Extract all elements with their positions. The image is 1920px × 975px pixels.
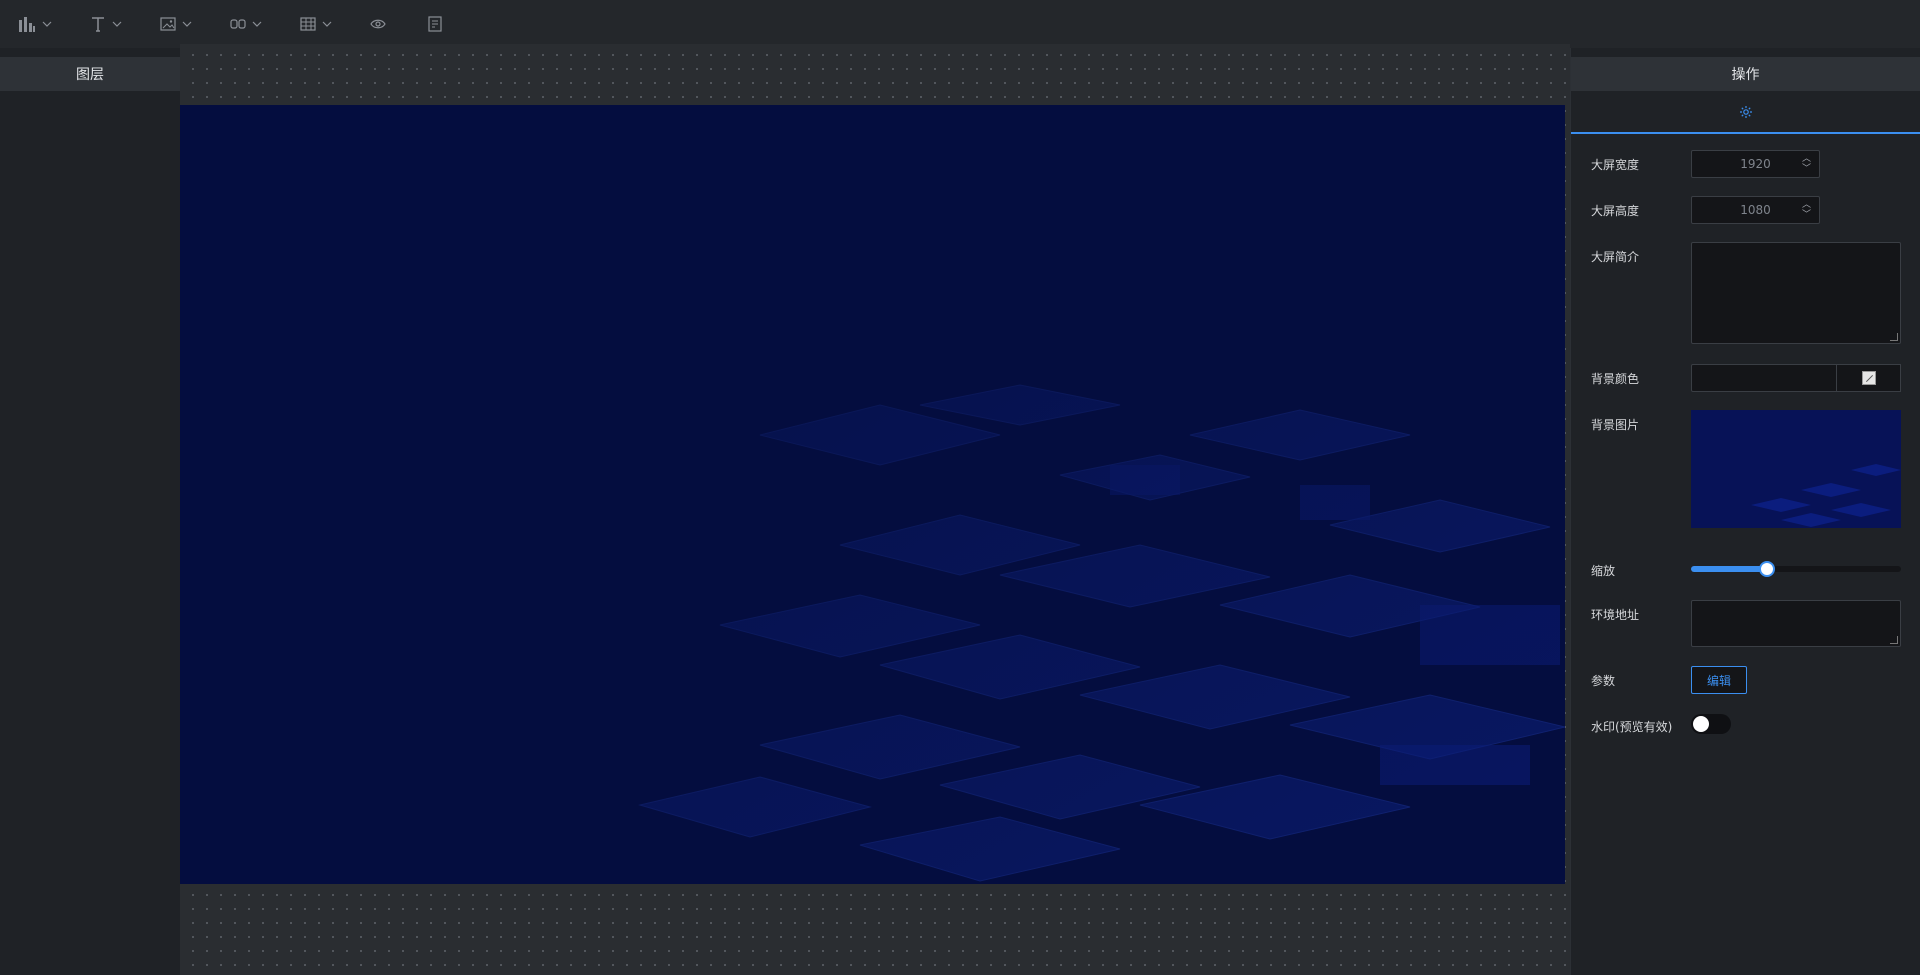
image-tool[interactable] xyxy=(160,17,192,31)
text-tool[interactable] xyxy=(90,16,122,32)
chevron-down-icon xyxy=(182,21,192,27)
toggle-knob xyxy=(1693,716,1709,732)
editor-canvas[interactable] xyxy=(180,44,1570,975)
bg-color-label: 背景颜色 xyxy=(1591,372,1640,386)
properties-panel-title: 操作 xyxy=(1571,57,1920,91)
document-icon xyxy=(428,16,442,32)
stepper-arrows[interactable]: ︿ ﹀ xyxy=(1802,154,1811,174)
screen-width-label: 大屏宽度 xyxy=(1591,158,1640,172)
chevron-down-icon[interactable]: ﹀ xyxy=(1802,210,1811,220)
chevron-up-icon[interactable]: ︿ xyxy=(1802,200,1811,210)
screen-width-input[interactable]: 1920 ︿ ﹀ xyxy=(1691,150,1820,178)
table-icon xyxy=(300,17,316,31)
resize-handle[interactable] xyxy=(1890,636,1898,644)
settings-form: 大屏宽度 1920 ︿ ﹀ 大屏高度 1080 ︿ ﹀ 大屏简介 背景颜色 背景图片 xyxy=(1571,134,1920,752)
env-address-label: 环境地址 xyxy=(1591,608,1640,622)
slider-knob[interactable] xyxy=(1758,561,1775,577)
resize-handle[interactable] xyxy=(1890,333,1898,341)
color-swatch-icon xyxy=(1861,371,1876,385)
screen-width-value: 1920 xyxy=(1740,157,1771,171)
properties-panel: 操作 大屏宽度 1920 ︿﹀ 大屏高度 1080 ︿﹀ 大屏简介 背景颜色 xyxy=(1570,48,1920,975)
bg-image-thumbnail[interactable] xyxy=(1691,410,1901,528)
preview-button[interactable] xyxy=(370,18,386,30)
edit-params-button[interactable]: 编辑 xyxy=(1691,666,1747,694)
bg-image-label: 背景图片 xyxy=(1591,418,1640,432)
layers-panel: 图层 xyxy=(0,48,180,975)
chevron-down-icon xyxy=(112,21,122,27)
layers-panel-title: 图层 xyxy=(0,57,180,91)
chevron-up-icon[interactable]: ︿ xyxy=(1802,154,1811,164)
env-address-textarea[interactable] xyxy=(1691,600,1901,647)
chevron-down-icon xyxy=(252,21,262,27)
screen-preview[interactable] xyxy=(180,105,1565,884)
chevron-down-icon xyxy=(42,21,52,27)
table-tool[interactable] xyxy=(300,17,332,31)
component-tool[interactable] xyxy=(230,17,262,31)
top-toolbar xyxy=(0,0,1920,48)
tab-settings[interactable] xyxy=(1571,91,1920,134)
watermark-toggle[interactable] xyxy=(1691,714,1731,734)
watermark-label: 水印(预览有效) xyxy=(1591,720,1673,734)
bg-image-preview xyxy=(1751,464,1901,527)
screen-intro-textarea[interactable] xyxy=(1691,242,1901,344)
document-button[interactable] xyxy=(428,16,442,32)
bg-color-input[interactable] xyxy=(1691,364,1837,392)
text-icon xyxy=(92,17,104,32)
chevron-down-icon[interactable]: ﹀ xyxy=(1802,164,1811,174)
scale-slider[interactable] xyxy=(1691,561,1901,577)
component-icon xyxy=(230,19,246,29)
screen-intro-label: 大屏简介 xyxy=(1591,250,1640,264)
color-picker-button[interactable] xyxy=(1837,364,1901,392)
image-icon xyxy=(160,17,176,31)
scale-label: 缩放 xyxy=(1591,564,1616,578)
stepper-arrows[interactable]: ︿ ﹀ xyxy=(1802,200,1811,220)
gear-icon xyxy=(1739,105,1752,118)
chart-tool[interactable] xyxy=(18,16,52,32)
bar-chart-icon xyxy=(19,17,35,32)
screen-height-value: 1080 xyxy=(1740,203,1771,217)
params-label: 参数 xyxy=(1591,674,1616,688)
screen-height-input[interactable]: 1080 ︿ ﹀ xyxy=(1691,196,1820,224)
screen-height-label: 大屏高度 xyxy=(1591,204,1640,218)
eye-icon xyxy=(370,19,386,29)
background-image xyxy=(180,105,1565,884)
chevron-down-icon xyxy=(322,21,332,27)
slider-fill xyxy=(1691,566,1767,572)
